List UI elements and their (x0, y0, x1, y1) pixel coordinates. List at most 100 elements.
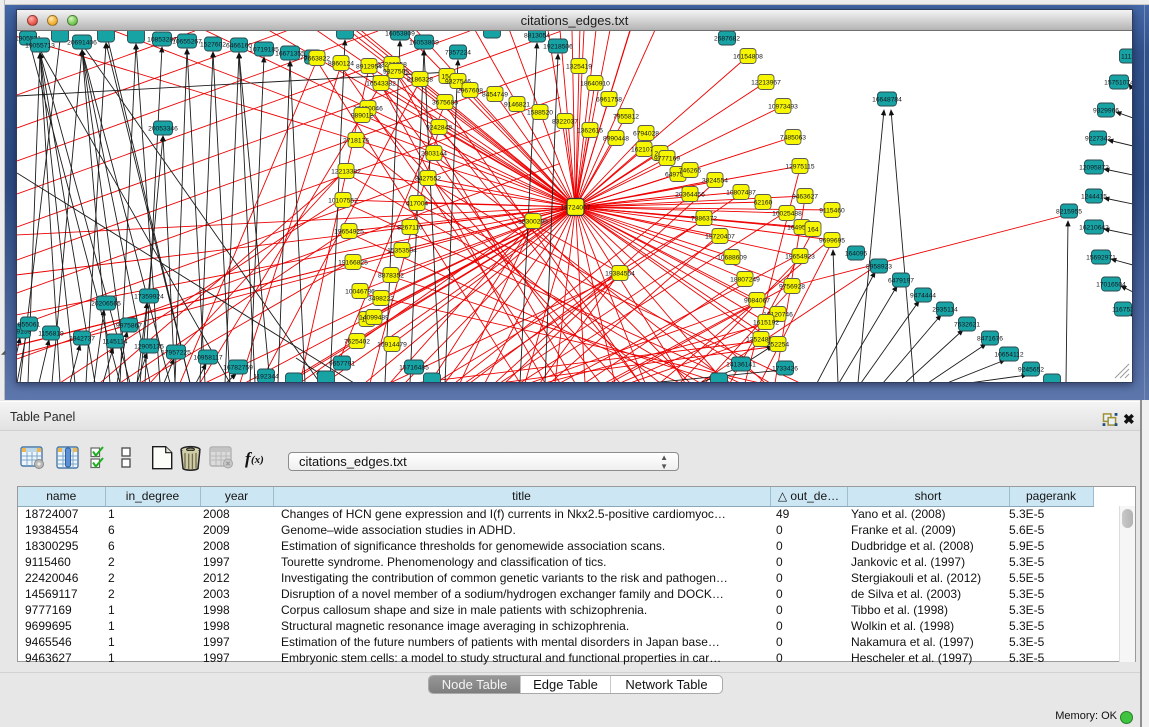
svg-text:10973493: 10973493 (768, 103, 798, 110)
svg-text:8990448: 8990448 (603, 135, 629, 142)
svg-text:8860124: 8860124 (328, 60, 354, 67)
svg-text:8813054: 8813054 (524, 32, 550, 39)
svg-text:10807487: 10807487 (726, 189, 756, 196)
svg-text:3498222: 3498222 (368, 295, 394, 302)
svg-text:1362615: 1362615 (577, 127, 603, 134)
svg-text:14136141: 14136141 (726, 361, 756, 368)
svg-text:10025488: 10025488 (772, 210, 802, 217)
svg-text:12213967: 12213967 (751, 79, 781, 86)
svg-text:2718176: 2718176 (343, 137, 369, 144)
svg-text:10655267: 10655267 (172, 38, 202, 45)
svg-text:8958923: 8958923 (866, 263, 892, 270)
svg-text:9146821: 9146821 (504, 101, 530, 108)
svg-text:20364456: 20364456 (675, 191, 705, 198)
svg-text:12905135: 12905135 (134, 343, 164, 350)
svg-text:8186328: 8186328 (407, 76, 433, 83)
svg-text:252254: 252254 (767, 341, 790, 348)
svg-text:1615192: 1615192 (753, 319, 779, 326)
svg-text:15692971: 15692971 (1086, 254, 1116, 261)
svg-text:(x): (x) (251, 454, 264, 466)
svg-text:12095872: 12095872 (1079, 164, 1109, 171)
svg-text:9084067: 9084067 (744, 297, 770, 304)
svg-text:9474444: 9474444 (910, 292, 936, 299)
svg-text:1145114: 1145114 (102, 338, 127, 345)
svg-text:20053346: 20053346 (148, 125, 178, 132)
svg-text:19384554: 19384554 (605, 270, 635, 277)
svg-text:19654923: 19654923 (785, 253, 815, 260)
svg-text:10654112: 10654112 (994, 351, 1024, 358)
svg-text:6794028: 6794028 (633, 130, 659, 137)
svg-text:9756928: 9756928 (779, 283, 805, 290)
svg-text:20691406: 20691406 (67, 39, 97, 46)
svg-text:16154808: 16154808 (733, 53, 763, 60)
svg-text:10688609: 10688609 (717, 254, 747, 261)
svg-text:6479197: 6479197 (888, 277, 914, 284)
svg-text:7663822: 7663822 (304, 55, 330, 62)
svg-text:8267110: 8267110 (397, 224, 423, 231)
svg-text:1733426: 1733426 (772, 365, 798, 372)
svg-text:9227342: 9227342 (1085, 135, 1111, 142)
svg-text:19055713: 19055713 (25, 42, 55, 49)
svg-text:16053809: 16053809 (409, 39, 439, 46)
svg-text:2935114: 2935114 (932, 306, 958, 313)
svg-text:19654925: 19654925 (334, 228, 364, 235)
svg-text:8322037: 8322037 (552, 118, 578, 125)
svg-text:9463627: 9463627 (792, 193, 818, 200)
svg-text:1156819: 1156819 (38, 330, 64, 337)
svg-text:1112: 1112 (1121, 53, 1132, 60)
svg-text:17359924: 17359924 (134, 293, 164, 300)
svg-text:8427552: 8427552 (415, 175, 441, 182)
svg-text:7625402: 7625402 (344, 338, 370, 345)
svg-text:1527602: 1527602 (200, 41, 226, 48)
svg-text:12213382: 12213382 (331, 168, 361, 175)
svg-text:7955812: 7955812 (613, 113, 639, 120)
svg-text:10958117: 10958117 (193, 354, 223, 361)
svg-text:7485063: 7485063 (780, 134, 806, 141)
svg-text:1192344: 1192344 (253, 373, 279, 380)
svg-text:16782759: 16782759 (223, 364, 253, 371)
svg-text:17016504: 17016504 (1096, 281, 1126, 288)
svg-text:15751074: 15751074 (1104, 79, 1132, 86)
svg-text:9777169: 9777169 (654, 155, 680, 162)
svg-text:8878352: 8878352 (378, 272, 404, 279)
svg-text:3824554: 3824554 (702, 177, 728, 184)
svg-text:19166825: 19166825 (338, 259, 368, 266)
svg-text:1588520: 1588520 (527, 109, 553, 116)
svg-text:9242848: 9242848 (426, 124, 452, 131)
svg-text:746266: 746266 (679, 167, 702, 174)
svg-text:1244415: 1244415 (1081, 193, 1107, 200)
svg-text:17957225: 17957225 (161, 349, 191, 356)
svg-text:16543382: 16543382 (366, 80, 396, 87)
svg-text:2967608: 2967608 (457, 87, 483, 94)
svg-text:164: 164 (807, 226, 818, 233)
svg-text:2942737: 2942737 (69, 335, 95, 342)
svg-text:20206565: 20206565 (91, 300, 121, 307)
svg-text:855061: 855061 (18, 321, 41, 328)
svg-text:15720407: 15720407 (705, 233, 735, 240)
svg-text:19218506: 19218506 (543, 43, 573, 50)
svg-text:16053809: 16053809 (385, 31, 415, 37)
svg-text:1325419: 1325419 (566, 63, 592, 70)
svg-text:10107552: 10107552 (328, 197, 358, 204)
svg-text:18807249: 18807249 (730, 276, 760, 283)
svg-text:9975867: 9975867 (116, 322, 142, 329)
svg-text:12975115: 12975115 (785, 163, 815, 170)
svg-text:7386372: 7386372 (691, 215, 717, 222)
svg-text:9699695: 9699695 (819, 237, 845, 244)
svg-text:3675685: 3675685 (432, 99, 458, 106)
svg-text:417004: 417004 (406, 200, 429, 207)
svg-text:9115460: 9115460 (819, 207, 845, 214)
svg-text:16914479: 16914479 (377, 341, 407, 348)
svg-text:14099489: 14099489 (359, 314, 389, 321)
svg-text:62160: 62160 (754, 199, 773, 206)
svg-text:16648784: 16648784 (872, 96, 902, 103)
svg-text:164095: 164095 (845, 250, 868, 257)
svg-text:9245652: 9245652 (1018, 366, 1044, 373)
svg-text:15353504: 15353504 (387, 247, 417, 254)
svg-text:18640910: 18640910 (580, 80, 610, 87)
svg-text:8471676: 8471676 (977, 335, 1003, 342)
svg-text:8454749: 8454749 (482, 91, 508, 98)
svg-text:9657791: 9657791 (329, 360, 355, 367)
svg-text:116753: 116753 (1112, 306, 1132, 313)
svg-text:2803144: 2803144 (421, 150, 447, 157)
